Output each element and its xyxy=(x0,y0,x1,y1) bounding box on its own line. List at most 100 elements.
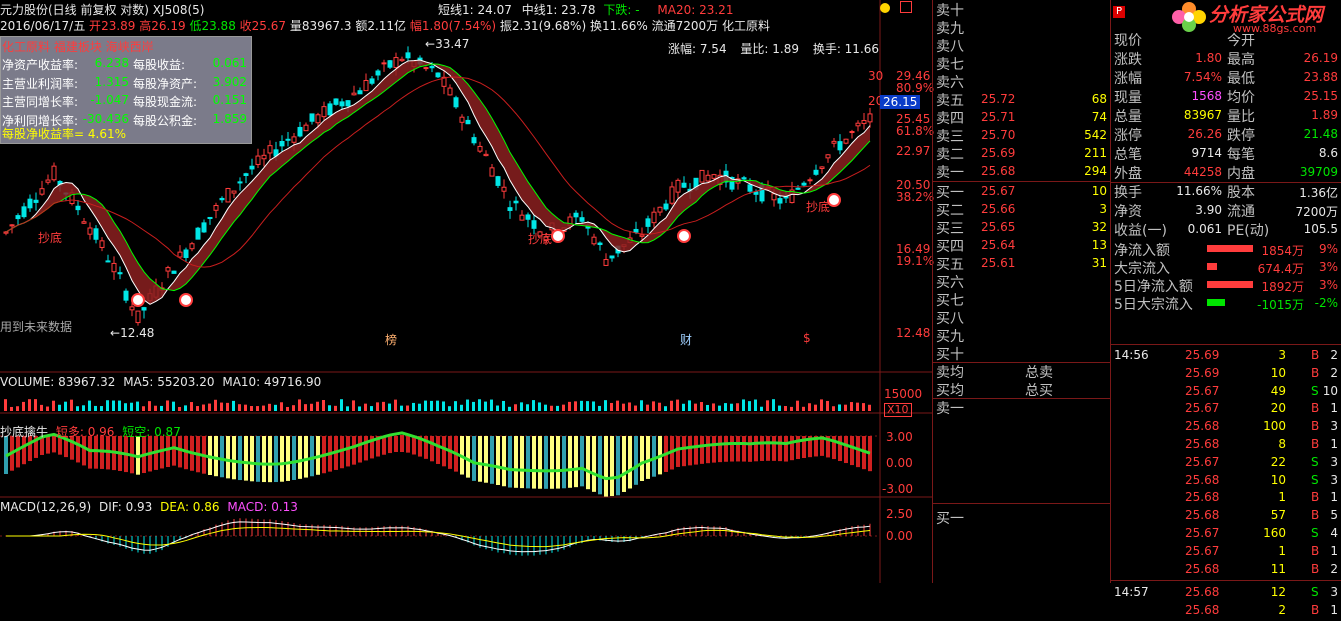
sell-level-price[interactable]: 25.72 xyxy=(981,92,1015,106)
low-marker-value: 12.48 xyxy=(120,326,155,340)
dollar-label[interactable]: $ xyxy=(803,331,811,345)
candle-body xyxy=(141,307,147,311)
candle-body xyxy=(177,251,183,258)
candle-body xyxy=(597,242,603,246)
candle-body xyxy=(633,228,639,233)
candle-body xyxy=(15,215,21,220)
buy-level-price[interactable]: 25.61 xyxy=(981,256,1015,270)
quote-value: 0.061 xyxy=(1187,222,1222,236)
candle-body xyxy=(837,141,843,151)
cai-label[interactable]: 财 xyxy=(680,331,692,348)
buy-level-price[interactable]: 25.64 xyxy=(981,238,1015,252)
candle-body xyxy=(861,120,867,124)
osc-bar xyxy=(496,436,500,486)
tick-price: 25.67 xyxy=(1185,401,1220,416)
buy-level-price[interactable]: 25.66 xyxy=(981,202,1015,216)
volume-bar xyxy=(622,403,625,411)
osc-bar xyxy=(478,436,482,482)
candle-body xyxy=(801,182,807,186)
osc-bar xyxy=(550,436,554,489)
osc-bar xyxy=(274,436,278,483)
volume-bar xyxy=(736,403,739,411)
volume-bar xyxy=(382,401,385,411)
square-icon[interactable] xyxy=(900,1,912,13)
p-badge[interactable]: P xyxy=(1113,6,1125,18)
volume-bar xyxy=(34,399,37,411)
sell-level-label: 卖二 xyxy=(936,147,964,163)
sell-level-price[interactable]: 25.69 xyxy=(981,146,1015,160)
volume-bar xyxy=(226,402,229,411)
candle-body xyxy=(105,260,111,263)
flow-percent: 9% xyxy=(1318,242,1338,256)
osc-bar xyxy=(214,436,218,477)
candle-body xyxy=(39,188,45,195)
tick-volume: 2 xyxy=(1278,603,1286,618)
volume-bar xyxy=(652,401,655,411)
buy-level-price[interactable]: 25.67 xyxy=(981,184,1015,198)
tick-count: 3 xyxy=(1330,454,1338,469)
osc-bar xyxy=(712,436,716,463)
buy-level-label: 买七 xyxy=(936,293,964,309)
osc-bar xyxy=(598,436,602,495)
tick-price: 25.68 xyxy=(1185,472,1220,487)
osc-axis-neg3: -3.00 xyxy=(882,482,914,496)
candle-body xyxy=(285,138,291,141)
sell-level-price[interactable]: 25.70 xyxy=(981,128,1015,142)
volume-bar xyxy=(532,400,535,411)
quote-panel: P 分析家公式网 www.88gs.com 现价 今开 涨跌 1.80 最高 26.19 涨… xyxy=(1110,0,1341,617)
volume-bar xyxy=(796,400,799,411)
volume-bar xyxy=(352,400,355,411)
circle-icon[interactable] xyxy=(880,3,891,13)
volume-bar xyxy=(76,406,79,411)
volume-bar xyxy=(232,400,235,411)
volume-bar xyxy=(322,400,325,411)
sell1-ticker-label: 卖一 xyxy=(936,401,964,417)
sell-level-price[interactable]: 25.68 xyxy=(981,164,1015,178)
volume-bar xyxy=(4,399,7,411)
candle-body xyxy=(21,206,27,218)
finance-label: 每股收益: xyxy=(133,58,186,72)
tick-price: 25.67 xyxy=(1185,526,1220,540)
sell-level-price[interactable]: 25.71 xyxy=(981,110,1015,124)
volume-bar xyxy=(298,399,301,411)
osc-bar xyxy=(526,436,530,489)
buy-level-price[interactable]: 25.65 xyxy=(981,220,1015,234)
tick-row: 25.68 1 B 1 xyxy=(1111,490,1341,508)
osc-bar xyxy=(310,436,314,477)
candle-body xyxy=(711,174,717,179)
osc-bar xyxy=(568,436,572,488)
candle-body xyxy=(327,103,333,116)
quote-value: 23.88 xyxy=(1303,70,1338,84)
quote-value: 25.15 xyxy=(1303,89,1338,103)
volume-bar xyxy=(526,404,529,411)
tick-time: 14:56 xyxy=(1114,348,1149,362)
sell-level-label: 卖四 xyxy=(936,111,964,127)
candle-body xyxy=(315,114,321,124)
osc-bar xyxy=(646,436,650,479)
chaodi-label-3: 抄底 xyxy=(806,200,831,214)
tick-volume: 49 xyxy=(1270,383,1286,398)
candle-body xyxy=(753,191,759,195)
tick-price: 25.68 xyxy=(1185,490,1220,505)
osc-bar xyxy=(742,436,746,462)
macd-dea: DEA: 0.86 xyxy=(160,500,220,514)
candle-body xyxy=(429,65,435,69)
tick-row: 25.68 100 B 3 xyxy=(1111,419,1341,437)
volume-bar xyxy=(550,405,553,411)
tick-side: B xyxy=(1311,401,1320,416)
volume-bar xyxy=(82,405,85,411)
amplitude-value: 振2.31(9.68%) xyxy=(499,19,587,33)
candle-body xyxy=(381,62,387,65)
tick-count: 1 xyxy=(1330,543,1338,558)
buy1-ticker-label: 买一 xyxy=(936,511,964,527)
kline-chart-area[interactable]: 元力股份(日线 前复权 对数) XJ508(5) 短线1: 24.07 中线1:… xyxy=(0,0,934,583)
candle-body xyxy=(357,90,363,95)
osc-bar xyxy=(280,436,284,482)
osc-bar xyxy=(652,436,656,477)
osc-bar xyxy=(760,436,764,461)
finance-value: 3.902 xyxy=(212,74,247,89)
candle-body xyxy=(249,165,255,170)
volume-bar xyxy=(538,402,541,411)
bang-label[interactable]: 榜 xyxy=(385,331,397,348)
volume-bar xyxy=(784,406,787,411)
